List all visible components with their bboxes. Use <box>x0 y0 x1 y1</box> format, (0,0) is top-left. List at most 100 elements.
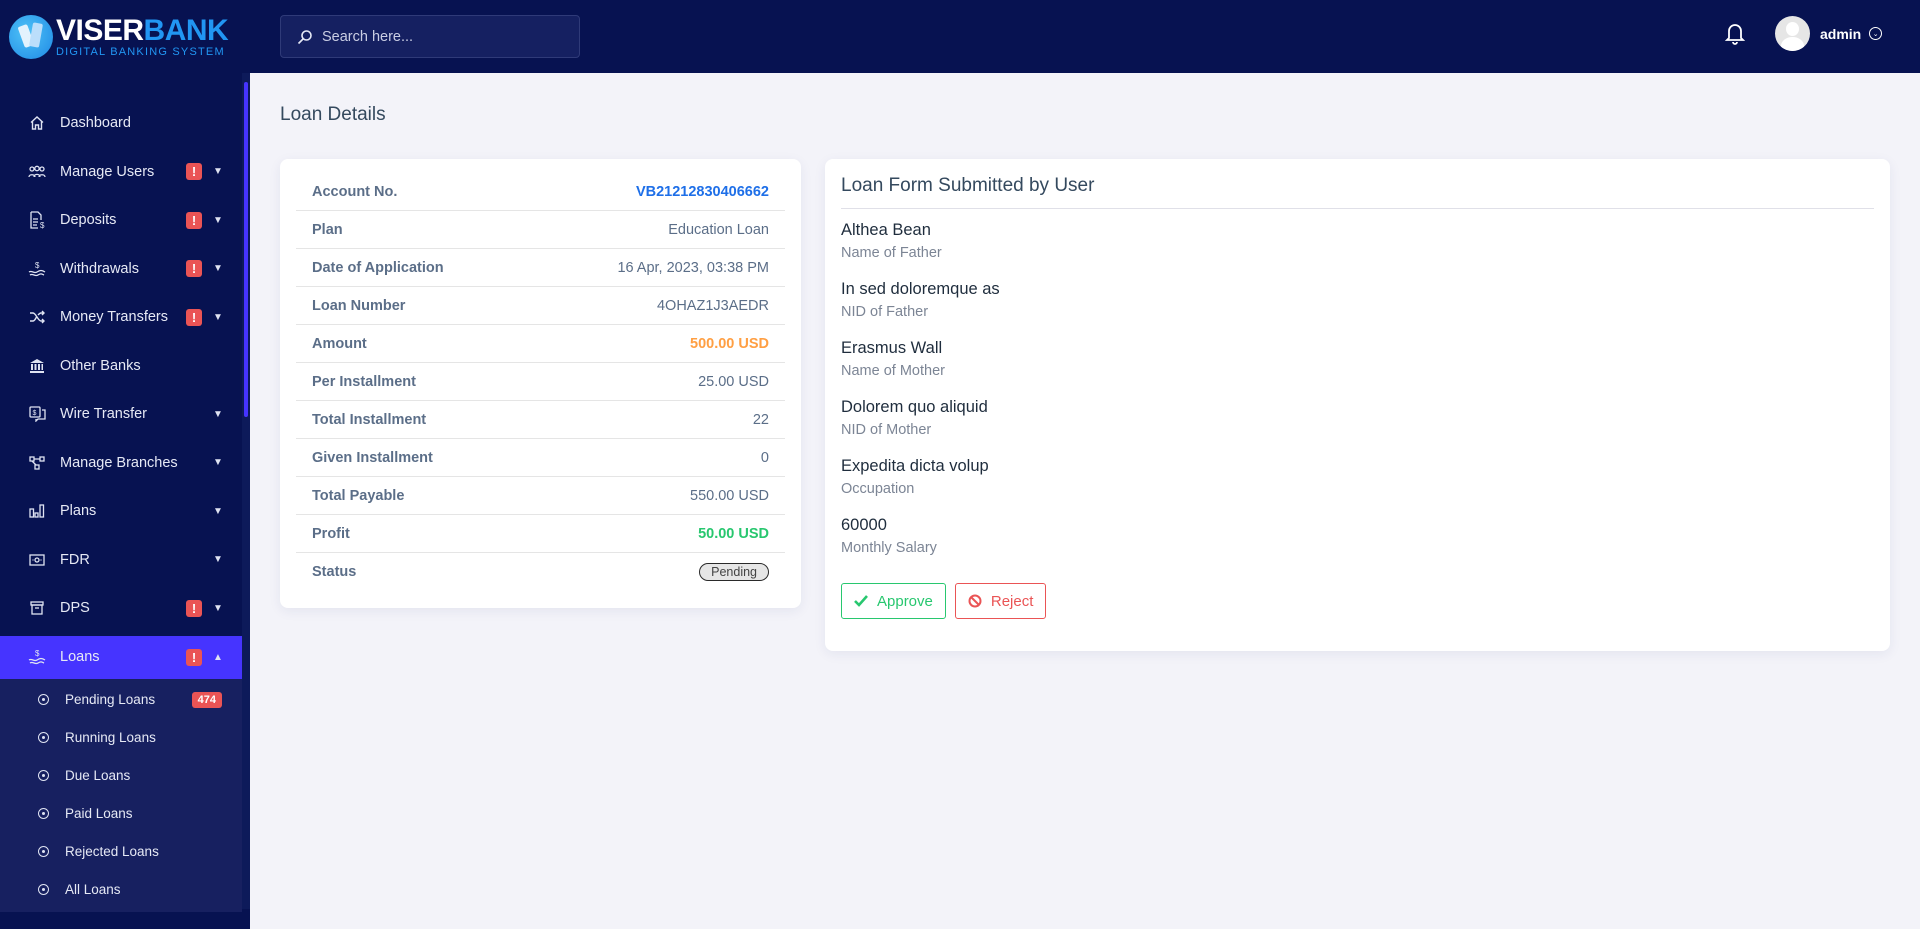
submenu-item-label: Running Loans <box>65 730 156 745</box>
user-name: admin <box>1820 25 1862 42</box>
field-label: Name of Father <box>841 245 942 261</box>
sidebar-item-label: Deposits <box>60 212 117 229</box>
sidebar-item-manage-branches[interactable]: Manage Branches ▼ <box>0 439 242 488</box>
svg-text:$: $ <box>35 261 40 270</box>
loan-form-title: Loan Form Submitted by User <box>841 175 1874 209</box>
detail-row-account-no: Account No. VB21212830406662 <box>296 173 785 211</box>
shuffle-icon <box>28 308 46 326</box>
ban-icon <box>968 594 982 608</box>
detail-row-amount: Amount 500.00 USD <box>296 325 785 363</box>
check-icon <box>854 595 868 607</box>
sidebar-item-fdr[interactable]: FDR ▼ <box>0 536 242 585</box>
submenu-item-running-loans[interactable]: Running Loans <box>0 719 242 757</box>
submenu-item-due-loans[interactable]: Due Loans <box>0 757 242 795</box>
field-value: In sed doloremque as <box>841 280 1000 298</box>
form-field-monthly-salary: 60000 Monthly Salary <box>841 513 1874 559</box>
sidebar-item-label: Dashboard <box>60 115 131 132</box>
detail-key: Amount <box>312 335 367 352</box>
chevron-down-icon: ▼ <box>213 214 223 226</box>
status-badge: Pending <box>699 563 769 581</box>
user-menu[interactable]: admin ⌄ <box>1775 16 1883 51</box>
alert-badge: ! <box>186 211 202 229</box>
alert-badge: ! <box>186 648 202 666</box>
alert-badge: ! <box>186 599 202 617</box>
submenu-item-label: Rejected Loans <box>65 844 159 859</box>
submenu-item-label: All Loans <box>65 882 121 897</box>
sidebar-item-deposits[interactable]: $ Deposits ! ▼ <box>0 196 242 245</box>
withdraw-icon: $ <box>28 260 46 278</box>
sidebar-menu: Dashboard Manage Users ! ▼ $ Deposits ! … <box>0 99 242 912</box>
detail-key: Total Payable <box>312 487 405 504</box>
sidebar-item-plans[interactable]: Plans ▼ <box>0 487 242 536</box>
page-title: Loan Details <box>280 104 386 125</box>
branches-icon <box>28 454 46 472</box>
detail-row-status: Status Pending <box>296 553 785 591</box>
sidebar-item-label: Withdrawals <box>60 260 139 277</box>
detail-key: Date of Application <box>312 259 444 276</box>
search-input[interactable] <box>322 28 562 45</box>
approve-button[interactable]: Approve <box>841 583 946 619</box>
detail-value: 500.00 USD <box>690 335 769 352</box>
submenu-item-paid-loans[interactable]: Paid Loans <box>0 795 242 833</box>
field-value: 60000 <box>841 516 887 534</box>
detail-row-loan-number: Loan Number 4OHAZ1J3AEDR <box>296 287 785 325</box>
search-icon <box>297 29 313 45</box>
submenu-item-label: Pending Loans <box>65 692 156 707</box>
detail-value: 550.00 USD <box>690 487 769 504</box>
sidebar-item-withdrawals[interactable]: $ Withdrawals ! ▼ <box>0 245 242 294</box>
form-field-mother-nid: Dolorem quo aliquid NID of Mother <box>841 395 1874 441</box>
sidebar-item-manage-users[interactable]: Manage Users ! ▼ <box>0 148 242 197</box>
chevron-down-icon: ▼ <box>213 166 223 178</box>
submenu-item-label: Due Loans <box>65 768 131 783</box>
brand-title-white: VISER <box>56 13 144 47</box>
sidebar-item-loans[interactable]: $ Loans ! ▲ <box>0 635 242 679</box>
detail-key: Plan <box>312 221 343 238</box>
svg-text:$: $ <box>35 649 40 658</box>
sidebar-item-dps[interactable]: DPS ! ▼ <box>0 584 242 633</box>
loan-hand-icon: $ <box>28 648 46 666</box>
logo-icon <box>9 14 53 59</box>
sidebar-item-money-transfers[interactable]: Money Transfers ! ▼ <box>0 293 242 342</box>
submenu-item-pending-loans[interactable]: Pending Loans 474 <box>0 681 242 719</box>
detail-row-total-installment: Total Installment 22 <box>296 401 785 439</box>
detail-row-given-installment: Given Installment 0 <box>296 439 785 477</box>
sidebar-item-other-banks[interactable]: Other Banks <box>0 342 242 391</box>
brand-title: VISERBANK <box>56 13 229 47</box>
sidebar-item-wire-transfer[interactable]: $ Wire Transfer ▼ <box>0 390 242 439</box>
home-icon <box>28 114 46 132</box>
sidebar-item-label: Plans <box>60 503 97 520</box>
account-number-link[interactable]: VB21212830406662 <box>636 184 769 200</box>
notification-bell-icon[interactable] <box>1724 21 1746 45</box>
chevron-down-icon: ▼ <box>213 311 223 323</box>
sidebar-item-label: FDR <box>60 551 90 568</box>
detail-value: 22 <box>752 411 769 428</box>
submenu-item-rejected-loans[interactable]: Rejected Loans <box>0 833 242 871</box>
detail-value: 16 Apr, 2023, 03:38 PM <box>617 259 769 276</box>
chevron-down-icon: ▼ <box>213 505 223 517</box>
form-field-occupation: Expedita dicta volup Occupation <box>841 454 1874 500</box>
archive-icon <box>28 599 46 617</box>
detail-key: Account No. <box>312 183 398 200</box>
field-label: NID of Mother <box>841 422 932 438</box>
detail-key: Given Installment <box>312 449 433 466</box>
brand-logo[interactable]: VISERBANK DIGITAL BANKING SYSTEM <box>0 0 250 73</box>
form-actions: Approve Reject <box>841 583 1874 619</box>
detail-key: Total Installment <box>312 411 427 428</box>
chevron-down-circle-icon: ⌄ <box>1869 27 1883 40</box>
avatar <box>1775 16 1810 51</box>
sidebar-item-dashboard[interactable]: Dashboard <box>0 99 242 148</box>
search-box[interactable] <box>280 15 580 58</box>
detail-row-profit: Profit 50.00 USD <box>296 515 785 553</box>
detail-value: 50.00 USD <box>698 525 769 542</box>
sidebar-scrollbar[interactable] <box>244 82 248 417</box>
field-label: Monthly Salary <box>841 540 937 556</box>
form-field-father-name: Althea Bean Name of Father <box>841 218 1874 264</box>
alert-badge: ! <box>186 308 202 326</box>
detail-row-total-payable: Total Payable 550.00 USD <box>296 477 785 515</box>
wire-transfer-icon: $ <box>28 405 46 423</box>
circle-dot-icon <box>38 846 49 857</box>
field-value: Dolorem quo aliquid <box>841 398 988 416</box>
submenu-item-all-loans[interactable]: All Loans <box>0 871 242 909</box>
reject-button[interactable]: Reject <box>954 583 1047 619</box>
chart-bar-icon <box>28 502 46 520</box>
